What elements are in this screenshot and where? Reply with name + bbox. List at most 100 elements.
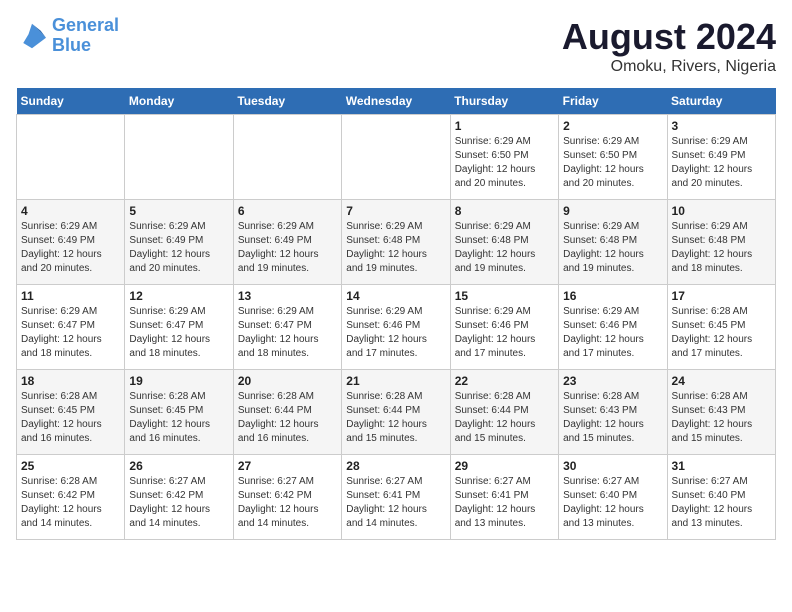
day-info: Sunrise: 6:27 AM Sunset: 6:41 PM Dayligh… [455,475,554,531]
day-number: 14 [346,289,445,303]
calendar-subtitle: Omoku, Rivers, Nigeria [562,58,776,76]
calendar-cell: 28 Sunrise: 6:27 AM Sunset: 6:41 PM Dayli… [342,455,450,540]
calendar-cell [342,115,450,200]
day-number: 18 [21,374,120,388]
day-number: 19 [129,374,228,388]
day-number: 20 [238,374,337,388]
day-number: 6 [238,204,337,218]
calendar-title: August 2024 [562,16,776,58]
calendar-cell: 13 Sunrise: 6:29 AM Sunset: 6:47 PM Dayli… [233,285,341,370]
calendar-cell: 3 Sunrise: 6:29 AM Sunset: 6:49 PM Daylig… [667,115,775,200]
day-number: 28 [346,459,445,473]
calendar-cell: 31 Sunrise: 6:27 AM Sunset: 6:40 PM Dayli… [667,455,775,540]
calendar-week-row: 11 Sunrise: 6:29 AM Sunset: 6:47 PM Dayli… [17,285,776,370]
day-of-week-header: Thursday [450,88,558,115]
day-info: Sunrise: 6:29 AM Sunset: 6:47 PM Dayligh… [129,305,228,361]
calendar-cell: 20 Sunrise: 6:28 AM Sunset: 6:44 PM Dayli… [233,370,341,455]
day-info: Sunrise: 6:27 AM Sunset: 6:40 PM Dayligh… [672,475,771,531]
day-number: 17 [672,289,771,303]
calendar-cell: 10Sunrise: 6:29 AM Sunset: 6:48 PM Dayli… [667,200,775,285]
day-number: 9 [563,204,662,218]
logo-blue: Blue [52,35,91,55]
day-of-week-header: Sunday [17,88,125,115]
day-info: Sunrise: 6:29 AM Sunset: 6:46 PM Dayligh… [346,305,445,361]
day-info: Sunrise: 6:28 AM Sunset: 6:43 PM Dayligh… [672,390,771,446]
day-number: 31 [672,459,771,473]
day-info: Sunrise: 6:28 AM Sunset: 6:43 PM Dayligh… [563,390,662,446]
day-info: Sunrise: 6:27 AM Sunset: 6:41 PM Dayligh… [346,475,445,531]
calendar-cell: 15 Sunrise: 6:29 AM Sunset: 6:46 PM Dayli… [450,285,558,370]
day-info: Sunrise: 6:28 AM Sunset: 6:44 PM Dayligh… [238,390,337,446]
day-info: Sunrise: 6:29 AM Sunset: 6:47 PM Dayligh… [238,305,337,361]
calendar-week-row: 18 Sunrise: 6:28 AM Sunset: 6:45 PM Dayli… [17,370,776,455]
day-number: 29 [455,459,554,473]
day-info: Sunrise: 6:27 AM Sunset: 6:40 PM Dayligh… [563,475,662,531]
day-number: 16 [563,289,662,303]
day-number: 10 [672,204,771,218]
day-number: 2 [563,119,662,133]
calendar-cell: 6 Sunrise: 6:29 AM Sunset: 6:49 PM Daylig… [233,200,341,285]
day-info: Sunrise: 6:29 AM Sunset: 6:46 PM Dayligh… [455,305,554,361]
day-info: Sunrise: 6:29 AM Sunset: 6:47 PM Dayligh… [21,305,120,361]
day-number: 23 [563,374,662,388]
day-number: 8 [455,204,554,218]
day-number: 5 [129,204,228,218]
day-number: 21 [346,374,445,388]
day-info: Sunrise: 6:27 AM Sunset: 6:42 PM Dayligh… [238,475,337,531]
calendar-cell [233,115,341,200]
day-info: Sunrise: 6:29 AM Sunset: 6:49 PM Dayligh… [238,220,337,276]
title-block: August 2024 Omoku, Rivers, Nigeria [562,16,776,76]
day-info: Sunrise: 6:28 AM Sunset: 6:44 PM Dayligh… [346,390,445,446]
calendar-cell: 25 Sunrise: 6:28 AM Sunset: 6:42 PM Dayli… [17,455,125,540]
calendar-body: 1 Sunrise: 6:29 AM Sunset: 6:50 PM Daylig… [17,115,776,540]
day-info: Sunrise: 6:28 AM Sunset: 6:45 PM Dayligh… [21,390,120,446]
calendar-cell: 4 Sunrise: 6:29 AM Sunset: 6:49 PM Daylig… [17,200,125,285]
calendar-cell: 1 Sunrise: 6:29 AM Sunset: 6:50 PM Daylig… [450,115,558,200]
calendar-cell: 12 Sunrise: 6:29 AM Sunset: 6:47 PM Dayli… [125,285,233,370]
day-of-week-header: Monday [125,88,233,115]
calendar-cell: 9 Sunrise: 6:29 AM Sunset: 6:48 PM Daylig… [559,200,667,285]
day-number: 3 [672,119,771,133]
day-of-week-header: Wednesday [342,88,450,115]
day-number: 15 [455,289,554,303]
calendar-week-row: 1 Sunrise: 6:29 AM Sunset: 6:50 PM Daylig… [17,115,776,200]
calendar-cell: 30Sunrise: 6:27 AM Sunset: 6:40 PM Dayli… [559,455,667,540]
day-number: 25 [21,459,120,473]
day-info: Sunrise: 6:28 AM Sunset: 6:45 PM Dayligh… [672,305,771,361]
calendar-cell: 27 Sunrise: 6:27 AM Sunset: 6:42 PM Dayli… [233,455,341,540]
logo-icon [16,22,48,50]
day-info: Sunrise: 6:28 AM Sunset: 6:42 PM Dayligh… [21,475,120,531]
calendar-cell: 7 Sunrise: 6:29 AM Sunset: 6:48 PM Daylig… [342,200,450,285]
calendar-cell: 19 Sunrise: 6:28 AM Sunset: 6:45 PM Dayli… [125,370,233,455]
day-number: 22 [455,374,554,388]
day-of-week-header: Tuesday [233,88,341,115]
day-info: Sunrise: 6:29 AM Sunset: 6:49 PM Dayligh… [672,135,771,191]
day-number: 13 [238,289,337,303]
day-info: Sunrise: 6:29 AM Sunset: 6:48 PM Dayligh… [563,220,662,276]
page-header: General Blue August 2024 Omoku, Rivers, … [16,16,776,76]
calendar-cell: 26Sunrise: 6:27 AM Sunset: 6:42 PM Dayli… [125,455,233,540]
logo-general: General [52,15,119,35]
day-info: Sunrise: 6:29 AM Sunset: 6:50 PM Dayligh… [455,135,554,191]
day-of-week-header: Friday [559,88,667,115]
day-info: Sunrise: 6:28 AM Sunset: 6:45 PM Dayligh… [129,390,228,446]
day-info: Sunrise: 6:27 AM Sunset: 6:42 PM Dayligh… [129,475,228,531]
day-number: 4 [21,204,120,218]
day-info: Sunrise: 6:29 AM Sunset: 6:48 PM Dayligh… [346,220,445,276]
day-of-week-header: Saturday [667,88,775,115]
calendar-cell: 2Sunrise: 6:29 AM Sunset: 6:50 PM Daylig… [559,115,667,200]
day-info: Sunrise: 6:29 AM Sunset: 6:49 PM Dayligh… [21,220,120,276]
logo: General Blue [16,16,119,56]
day-number: 11 [21,289,120,303]
calendar-cell: 17 Sunrise: 6:28 AM Sunset: 6:45 PM Dayli… [667,285,775,370]
calendar-table: SundayMondayTuesdayWednesdayThursdayFrid… [16,88,776,540]
day-number: 24 [672,374,771,388]
calendar-cell: 5 Sunrise: 6:29 AM Sunset: 6:49 PM Daylig… [125,200,233,285]
calendar-cell: 8Sunrise: 6:29 AM Sunset: 6:48 PM Daylig… [450,200,558,285]
day-number: 7 [346,204,445,218]
day-number: 27 [238,459,337,473]
day-number: 12 [129,289,228,303]
day-info: Sunrise: 6:29 AM Sunset: 6:49 PM Dayligh… [129,220,228,276]
day-number: 1 [455,119,554,133]
calendar-cell [125,115,233,200]
